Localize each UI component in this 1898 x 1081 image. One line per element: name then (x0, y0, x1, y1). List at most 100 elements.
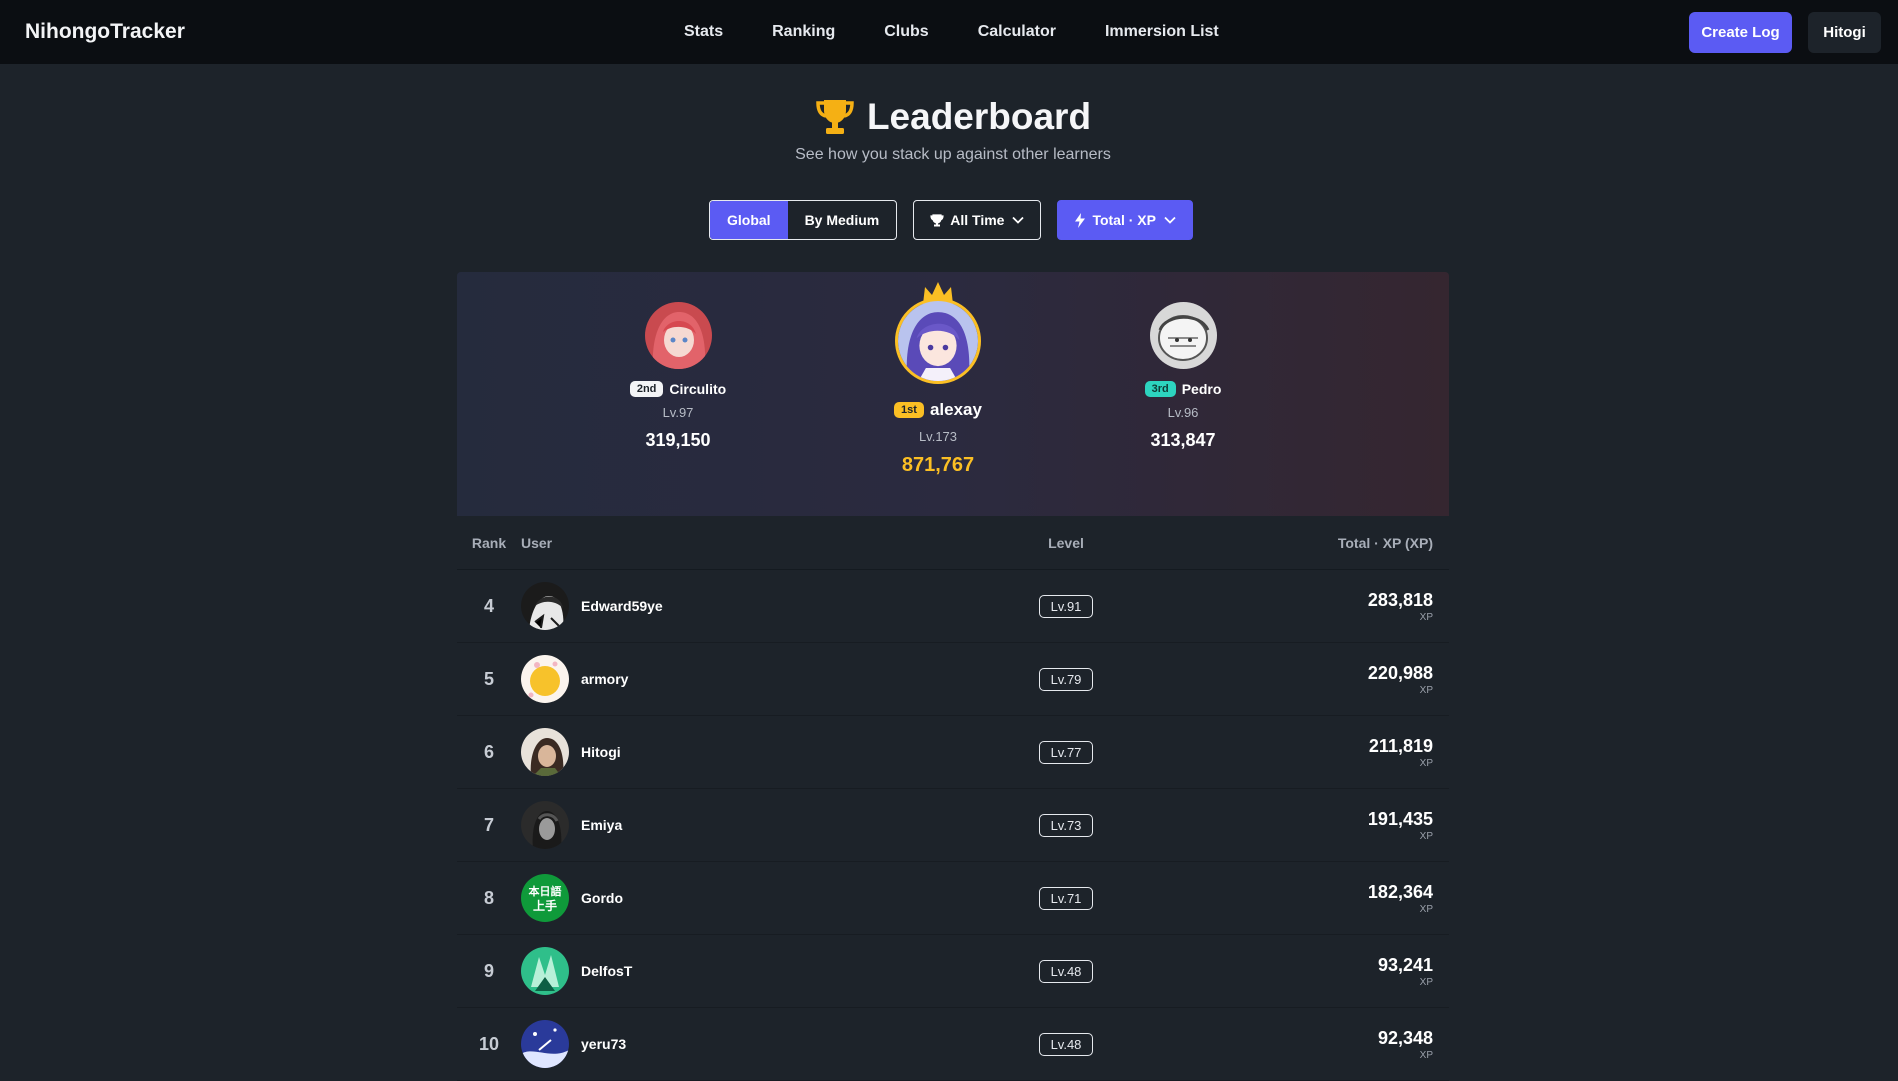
table-header: Rank User Level Total · XP (XP) (457, 516, 1449, 570)
page-subtitle: See how you stack up against other learn… (795, 146, 1111, 163)
level-cell: Lv.77 (941, 740, 1191, 764)
user-name[interactable]: DelfosT (581, 963, 632, 979)
avatar[interactable] (521, 1020, 569, 1068)
nav-link-clubs[interactable]: Clubs (884, 23, 928, 41)
user-cell: armory (521, 655, 941, 703)
avatar-text-line-1: 本日語 (529, 884, 562, 898)
rank-badge: 2nd (629, 381, 664, 397)
level-cell: Lv.71 (941, 886, 1191, 910)
xp-unit: XP (1419, 684, 1433, 696)
rank-cell: 8 (483, 887, 494, 908)
user-name: alexay (929, 400, 982, 419)
xp-value: 211,819 (1368, 735, 1433, 756)
nav-link-stats[interactable]: Stats (684, 23, 723, 41)
rank-cell: 5 (483, 668, 494, 689)
time-range-label: All Time (950, 212, 1005, 228)
metric-dropdown[interactable]: Total · XP (1057, 200, 1193, 240)
level-cell: Lv.48 (941, 1032, 1191, 1056)
nav-link-calculator[interactable]: Calculator (978, 23, 1056, 41)
podium-third[interactable]: 3rd Pedro Lv.96 313,847 (1128, 302, 1238, 451)
user-cell: Edward59ye (521, 582, 941, 630)
level-cell: Lv.79 (941, 667, 1191, 691)
lightning-icon (1074, 212, 1086, 228)
user-name[interactable]: Gordo (581, 890, 623, 906)
avatar (895, 298, 981, 384)
leaderboard-table: Rank User Level Total · XP (XP) 4 Edward… (457, 516, 1449, 1081)
avatar (1149, 302, 1217, 369)
avatar[interactable] (521, 728, 569, 776)
user-xp: 313,847 (1150, 430, 1216, 450)
xp-value: 283,818 (1367, 589, 1433, 610)
avatar[interactable] (521, 582, 569, 630)
xp-column-header: Total · XP (XP) (1337, 534, 1433, 551)
user-xp: 319,150 (645, 430, 711, 450)
table-row[interactable]: 4 Edward59ye Lv.91 283,818 XP (457, 570, 1449, 643)
user-name[interactable]: armory (581, 671, 628, 687)
create-log-button[interactable]: Create Log (1689, 12, 1792, 53)
xp-cell: 191,435 XP (1191, 809, 1449, 842)
rank-badge: 3rd (1144, 381, 1176, 397)
level-badge: Lv.71 (1038, 886, 1094, 910)
podium-first[interactable]: 1st alexay Lv.173 871,767 (868, 280, 1008, 477)
user-level: Lv.97 (662, 405, 694, 420)
xp-unit: XP (1419, 757, 1433, 769)
podium-second[interactable]: 2nd Circulito Lv.97 319,150 (628, 302, 728, 451)
avatar (644, 302, 712, 369)
table-row[interactable]: 9 DelfosT Lv.48 93,241 XP (457, 935, 1449, 1008)
avatar[interactable] (521, 655, 569, 703)
user-name[interactable]: Edward59ye (581, 598, 663, 614)
xp-unit: XP (1419, 976, 1433, 988)
table-row[interactable]: 8 本日語 上手 Gordo Lv.71 182,364 XP (457, 862, 1449, 935)
rank-cell: 9 (483, 960, 494, 981)
rank-cell: 10 (478, 1033, 500, 1054)
user-cell: yeru73 (521, 1020, 941, 1068)
avatar-text-line-2: 上手 (533, 898, 557, 913)
global-tab[interactable]: Global (710, 201, 788, 239)
by-medium-tab[interactable]: By Medium (788, 201, 897, 239)
user-name: Pedro (1181, 381, 1222, 397)
podium-first-name-row: 1st alexay (868, 400, 1008, 420)
xp-unit: XP (1419, 830, 1433, 842)
top-navbar: NihongoTracker Stats Ranking Clubs Calcu… (0, 0, 1898, 64)
avatar[interactable] (521, 947, 569, 995)
time-range-dropdown[interactable]: All Time (913, 200, 1042, 240)
user-name[interactable]: Emiya (581, 817, 622, 833)
user-column-header: User (521, 534, 553, 551)
rank-cell: 4 (483, 595, 494, 616)
xp-unit: XP (1419, 611, 1433, 623)
xp-cell: 182,364 XP (1191, 882, 1449, 915)
level-badge: Lv.73 (1038, 813, 1094, 837)
nav-link-ranking[interactable]: Ranking (772, 23, 835, 41)
level-cell: Lv.48 (941, 959, 1191, 983)
user-level: Lv.173 (918, 429, 958, 444)
chevron-down-icon (1164, 216, 1176, 224)
level-badge: Lv.77 (1038, 740, 1094, 764)
user-name: Circulito (669, 381, 727, 397)
xp-value: 191,435 (1367, 808, 1433, 829)
leaderboard-filters: Global By Medium All Time Total · XP (709, 200, 1193, 240)
xp-unit: XP (1419, 903, 1433, 915)
podium: 2nd Circulito Lv.97 319,150 1st alexay L… (457, 272, 1449, 516)
xp-value: 93,241 (1377, 954, 1433, 975)
user-menu-button[interactable]: Hitogi (1808, 12, 1881, 53)
level-badge: Lv.48 (1038, 959, 1094, 983)
xp-cell: 92,348 XP (1191, 1028, 1449, 1061)
brand-logo[interactable]: NihongoTracker (25, 20, 185, 44)
user-cell: Emiya (521, 801, 941, 849)
xp-cell: 283,818 XP (1191, 590, 1449, 623)
table-row[interactable]: 7 Emiya Lv.73 191,435 XP (457, 789, 1449, 862)
table-row[interactable]: 10 yeru73 Lv.48 92,348 XP (457, 1008, 1449, 1081)
user-cell: DelfosT (521, 947, 941, 995)
xp-cell: 220,988 XP (1191, 663, 1449, 696)
trophy-icon (930, 213, 944, 227)
table-row[interactable]: 5 armory Lv.79 220,988 XP (457, 643, 1449, 716)
table-row[interactable]: 6 Hitogi Lv.77 211,819 XP (457, 716, 1449, 789)
rank-cell: 6 (483, 741, 494, 762)
user-name[interactable]: yeru73 (581, 1036, 626, 1052)
rank-cell: 7 (483, 814, 494, 835)
avatar[interactable] (521, 801, 569, 849)
user-name[interactable]: Hitogi (581, 744, 621, 760)
podium-third-name-row: 3rd Pedro (1128, 381, 1238, 397)
nav-link-immersion-list[interactable]: Immersion List (1105, 23, 1219, 41)
avatar[interactable]: 本日語 上手 (521, 874, 569, 922)
